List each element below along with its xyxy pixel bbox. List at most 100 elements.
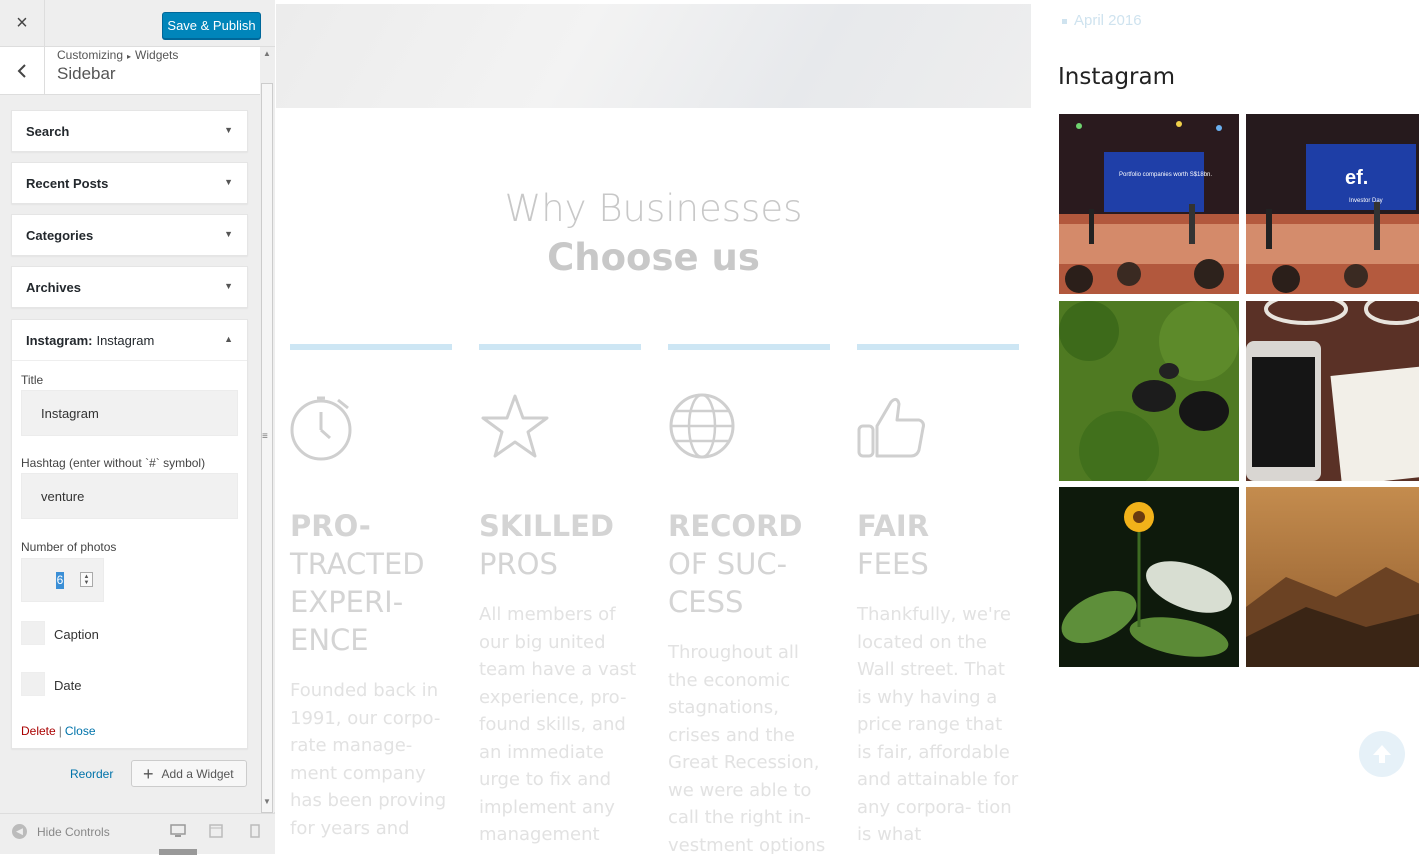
- spinner-icon[interactable]: ▲ ▼: [80, 572, 93, 587]
- section-title: Sidebar: [57, 64, 116, 83]
- photos-number-input[interactable]: 6 ▲ ▼: [21, 558, 104, 602]
- widget-actions: Delete | Close: [21, 724, 96, 738]
- globe-icon: [668, 392, 830, 462]
- hide-controls-button[interactable]: ◀ Hide Controls: [12, 824, 110, 839]
- breadcrumb-separator: ▸: [127, 52, 132, 61]
- breadcrumb-root: Customizing: [57, 48, 124, 62]
- add-widget-button[interactable]: + Add a Widget: [131, 760, 247, 787]
- feature-accent-bar: [857, 344, 1019, 350]
- instagram-photo[interactable]: [1246, 487, 1419, 667]
- actions-separator: |: [58, 724, 62, 738]
- widget-search[interactable]: Search ▼: [11, 110, 248, 152]
- feature-text: Thankfully, we're located on the Wall st…: [857, 604, 1019, 845]
- feature-title-light: FEES: [857, 547, 929, 581]
- widget-instagram[interactable]: Instagram: Instagram ▲ Title Instagram H…: [11, 319, 248, 749]
- date-checkbox[interactable]: [21, 672, 45, 696]
- slide-logo-text: ef.: [1345, 167, 1368, 189]
- hero-image: [276, 4, 1031, 108]
- section-heading-bold: Choose us: [547, 236, 760, 279]
- slide-text-1: Portfolio companies worth S$18bn.: [1119, 172, 1212, 178]
- widget-header[interactable]: Recent Posts ▼: [12, 163, 247, 203]
- feature-title-light: TRACTED EXPERI- ENCE: [290, 547, 425, 657]
- scroll-up-icon[interactable]: ▲: [263, 49, 271, 58]
- feature-title-bold: PRO-: [290, 509, 371, 543]
- feature-column: RECORD OF SUC- CESS Throughout all the e…: [668, 344, 830, 854]
- feature-accent-bar: [479, 344, 641, 350]
- site-sidebar: April 2016 Instagram Portfolio companies…: [1058, 0, 1419, 854]
- widget-form: Title Instagram Hashtag (enter without `…: [12, 360, 247, 748]
- back-to-top-button[interactable]: [1359, 731, 1405, 777]
- feature-text: All members of our big united team have …: [479, 604, 637, 845]
- instagram-photo[interactable]: ef. Investor Day: [1246, 114, 1419, 294]
- grip-icon: ≡: [262, 431, 268, 442]
- instagram-photo[interactable]: Portfolio companies worth S$18bn.: [1059, 114, 1239, 294]
- widget-subtitle: Instagram: [96, 332, 155, 348]
- tablet-preview-icon[interactable]: [208, 824, 224, 838]
- close-link[interactable]: Close: [65, 724, 96, 738]
- add-widget-label: Add a Widget: [161, 766, 234, 781]
- instagram-photo[interactable]: [1246, 301, 1419, 481]
- expand-arrow-icon[interactable]: ▼: [224, 281, 233, 291]
- scrollbar-thumb[interactable]: [261, 83, 273, 813]
- mobile-preview-icon[interactable]: [247, 824, 263, 838]
- instagram-photo[interactable]: [1059, 301, 1239, 481]
- feature-accent-bar: [290, 344, 452, 350]
- widget-header[interactable]: Categories ▼: [12, 215, 247, 255]
- widget-header[interactable]: Search ▼: [12, 111, 247, 151]
- widget-title: Archives: [26, 279, 81, 295]
- title-input[interactable]: Instagram: [21, 390, 238, 436]
- feature-column: PRO- TRACTED EXPERI- ENCE Founded back i…: [290, 344, 452, 842]
- instagram-photo[interactable]: [1059, 487, 1239, 667]
- customizer-panel: × Save & Publish Customizing ▸ Widgets Sid…: [0, 0, 275, 855]
- expand-arrow-icon[interactable]: ▼: [224, 177, 233, 187]
- feature-title-bold: SKILLED: [479, 509, 614, 543]
- expand-arrow-icon[interactable]: ▼: [224, 229, 233, 239]
- arrow-up-icon: [1373, 745, 1391, 763]
- widget-title: Search: [26, 123, 70, 139]
- customizer-header: × Save & Publish: [0, 0, 275, 47]
- widget-archives[interactable]: Archives ▼: [11, 266, 248, 308]
- widget-header[interactable]: Instagram: Instagram ▲: [12, 320, 247, 360]
- scrollbar[interactable]: ▲ ≡ ▼: [260, 47, 275, 813]
- hide-controls-label: Hide Controls: [37, 824, 110, 839]
- scroll-down-icon[interactable]: ▼: [263, 797, 271, 806]
- reorder-link[interactable]: Reorder: [70, 767, 113, 781]
- back-icon[interactable]: [0, 47, 45, 94]
- widget-header[interactable]: Archives ▼: [12, 267, 247, 307]
- photos-value[interactable]: 6: [56, 572, 64, 589]
- section-heading-light: Why Businesses: [504, 187, 803, 230]
- hashtag-label: Hashtag (enter without `#` symbol): [21, 456, 206, 470]
- archive-link[interactable]: April 2016: [1062, 12, 1142, 29]
- site-preview: Why Businesses Choose us PRO- TRACTED EX…: [276, 0, 1419, 854]
- feature-text: Founded back in 1991, our corpo- rate ma…: [290, 680, 447, 839]
- archive-label: April 2016: [1074, 12, 1142, 29]
- star-icon: [479, 392, 641, 462]
- date-label: Date: [54, 678, 82, 693]
- caption-label: Caption: [54, 627, 99, 642]
- feature-title-bold: FAIR: [857, 509, 930, 543]
- feature-column: SKILLED PROS All members of our big unit…: [479, 344, 641, 849]
- collapse-arrow-icon[interactable]: ▲: [224, 334, 233, 344]
- customizer-footer: ◀ Hide Controls: [0, 813, 275, 855]
- expand-arrow-icon[interactable]: ▼: [224, 125, 233, 135]
- stopwatch-icon: [290, 392, 452, 462]
- widget-title: Instagram:: [26, 332, 93, 348]
- close-icon[interactable]: ×: [0, 0, 45, 47]
- save-publish-button[interactable]: Save & Publish: [162, 12, 261, 39]
- widget-categories[interactable]: Categories ▼: [11, 214, 248, 256]
- desktop-preview-icon[interactable]: [170, 824, 186, 838]
- feature-text: Throughout all the economic stagnations,…: [668, 642, 826, 854]
- widget-recent-posts[interactable]: Recent Posts ▼: [11, 162, 248, 204]
- hashtag-input[interactable]: venture: [21, 473, 238, 519]
- instagram-widget-title: Instagram: [1058, 64, 1176, 90]
- feature-column: FAIR FEES Thankfully, we're located on t…: [857, 344, 1019, 849]
- widget-title: Categories: [26, 227, 94, 243]
- collapse-icon: ◀: [12, 824, 27, 839]
- title-label: Title: [21, 373, 44, 387]
- caption-checkbox[interactable]: [21, 621, 45, 645]
- active-device-indicator: [159, 849, 197, 855]
- delete-link[interactable]: Delete: [21, 724, 56, 738]
- section-header: Customizing ▸ Widgets Sidebar: [0, 47, 260, 95]
- feature-title-light: OF SUC- CESS: [668, 547, 788, 619]
- feature-title-bold: RECORD: [668, 509, 803, 543]
